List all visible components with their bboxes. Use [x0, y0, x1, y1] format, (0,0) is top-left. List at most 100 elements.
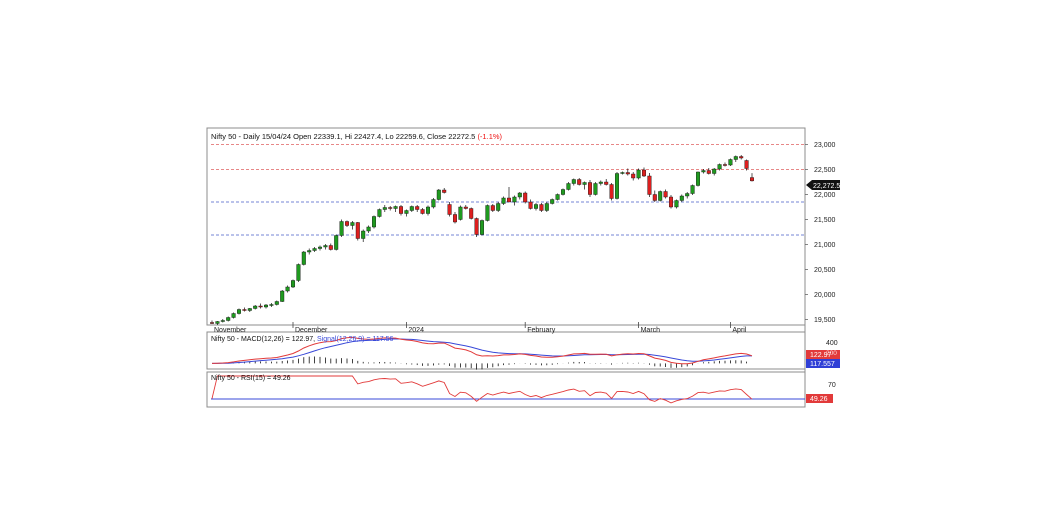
candle	[647, 173, 652, 197]
date-tick-label: December	[295, 327, 328, 334]
candle	[291, 279, 296, 288]
candle	[474, 217, 479, 237]
candle	[469, 207, 474, 220]
candle	[609, 183, 614, 201]
candle	[480, 219, 485, 236]
candle	[388, 206, 393, 211]
rsi-panel	[211, 375, 805, 404]
candle	[507, 187, 512, 203]
candle	[598, 180, 603, 186]
candle	[690, 184, 695, 195]
candles	[209, 155, 755, 325]
candle	[415, 205, 420, 212]
candle	[496, 202, 501, 212]
candle	[679, 194, 684, 202]
candle	[685, 192, 690, 199]
candle	[728, 158, 733, 166]
candle	[739, 155, 744, 160]
chart-root: 23,000 22,500 22,000 21,500 21,000 20,500 20,0…	[0, 0, 1040, 526]
macd-axis-200: 200	[826, 350, 837, 357]
price-chart: 23,000 22,500 22,000 21,500 21,000 20,500 20,0…	[206, 127, 840, 408]
candle	[236, 308, 241, 315]
candle	[426, 205, 431, 216]
candle	[517, 192, 522, 200]
candle	[301, 251, 306, 266]
candle	[658, 190, 663, 202]
price-tick-label: 22,000	[814, 192, 836, 199]
header-ohlc: Nifty 50 - Daily 15/04/24 Open 22339.1, …	[211, 132, 477, 141]
candle	[523, 191, 528, 204]
candle	[593, 182, 598, 196]
current-price-label: 22,272.5	[813, 183, 840, 190]
candle	[242, 307, 247, 312]
support-resistance-levels	[211, 144, 805, 236]
candle	[334, 234, 339, 251]
candle	[631, 172, 636, 181]
rsi-axis-tick: 70	[828, 382, 836, 389]
candle	[355, 222, 360, 241]
candle	[226, 316, 231, 322]
candle	[588, 180, 593, 197]
candle	[669, 195, 674, 209]
candle	[512, 195, 517, 206]
candle	[274, 300, 279, 306]
candle	[723, 162, 728, 167]
candle	[485, 204, 490, 222]
candle	[366, 225, 371, 233]
candle	[490, 204, 495, 212]
candle	[377, 208, 382, 218]
signal-value-label: 117.557	[810, 361, 835, 368]
candle	[534, 203, 539, 211]
macd-header: Nifty 50 - MACD(12,26) = 122.97, Signal(…	[211, 336, 393, 343]
candle	[561, 188, 566, 196]
candle	[264, 304, 269, 309]
candle	[571, 178, 576, 186]
candle	[382, 205, 387, 212]
candle	[539, 203, 544, 212]
candle	[436, 189, 441, 201]
candle	[350, 221, 355, 230]
candle	[604, 179, 609, 186]
price-tick-label: 20,500	[814, 267, 836, 274]
macd-axis-tick: 400	[826, 340, 838, 347]
candle	[361, 229, 366, 242]
candle	[712, 168, 717, 176]
candle	[442, 188, 447, 194]
price-tick-label: 20,000	[814, 292, 836, 299]
candle	[345, 220, 350, 227]
macd-header-macd: Nifty 50 - MACD(12,26) = 122.97,	[211, 336, 317, 343]
candle	[501, 196, 506, 205]
price-tick-label: 21,500	[814, 217, 836, 224]
candle	[307, 248, 312, 255]
candle	[577, 178, 582, 186]
date-tick-label: November	[214, 327, 247, 334]
candle	[674, 199, 679, 209]
rsi-panel-frame	[206, 371, 806, 408]
candle	[220, 319, 225, 323]
candle	[404, 209, 409, 217]
candle	[215, 321, 220, 325]
date-tick-label: April	[732, 327, 746, 334]
candle	[258, 303, 263, 309]
candle	[312, 247, 317, 252]
candle	[253, 305, 258, 310]
candle	[280, 290, 285, 302]
price-axis: 23,000 22,500 22,000 21,500 21,000 20,500 20,0…	[805, 142, 836, 324]
price-tick-label: 23,000	[814, 142, 836, 149]
candle	[750, 173, 755, 182]
candle	[447, 202, 452, 217]
candle	[323, 244, 328, 250]
candle	[339, 219, 344, 237]
candle	[706, 168, 711, 175]
candle	[642, 167, 647, 177]
candle	[453, 212, 458, 224]
candle	[393, 205, 398, 212]
candle	[555, 193, 560, 201]
candle	[372, 215, 377, 229]
candle	[463, 205, 468, 210]
candle	[318, 245, 323, 251]
candle	[458, 205, 463, 221]
candle	[399, 205, 404, 216]
candle	[247, 308, 252, 312]
price-tick-label: 19,500	[814, 317, 836, 324]
